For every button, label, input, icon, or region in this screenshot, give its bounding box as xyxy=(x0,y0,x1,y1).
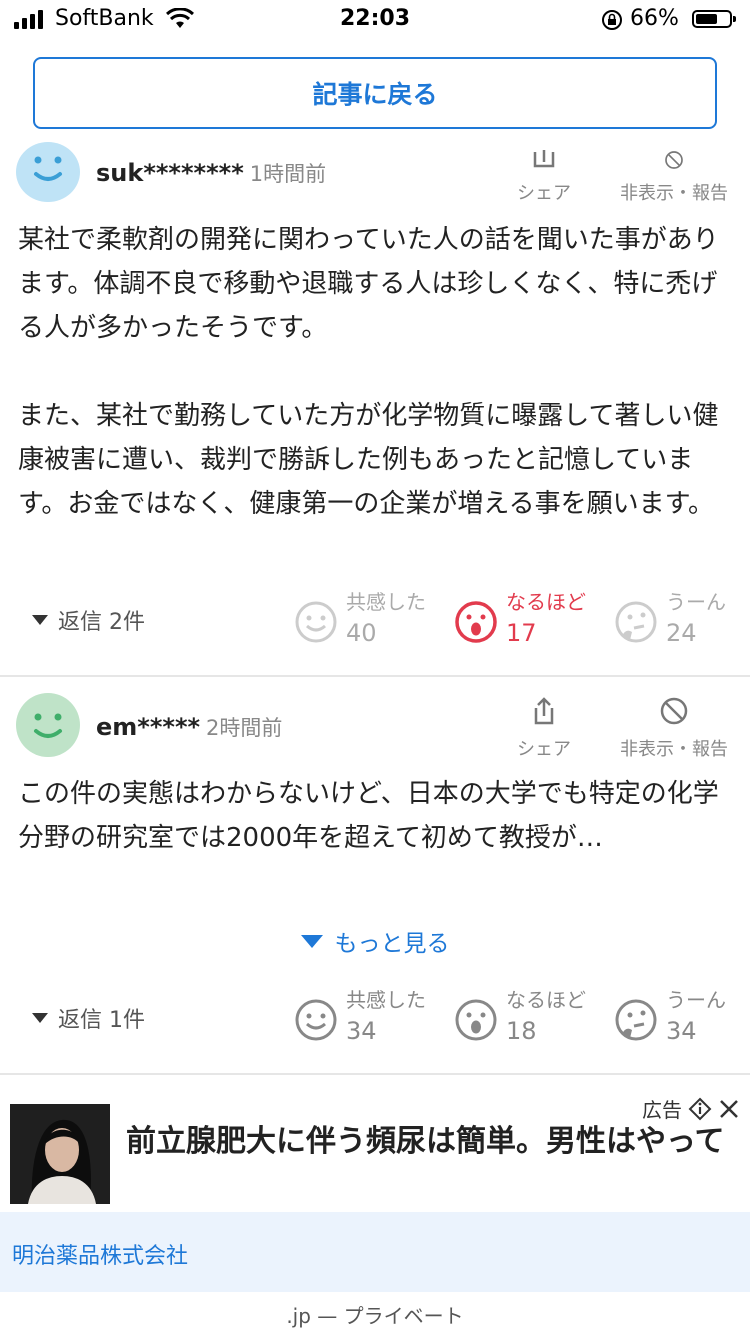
share-label: シェア xyxy=(517,739,571,760)
reaction-label: うーん xyxy=(666,988,726,1012)
comment-body: 某社で柔軟剤の開発に関わっていた人の話を聞いた事があります。体調不良で移動や退職… xyxy=(18,225,719,519)
replies-toggle[interactable]: 返信 2件 xyxy=(32,604,145,636)
share-button[interactable]: シェア xyxy=(512,696,576,761)
share-button[interactable]: シェア xyxy=(512,150,576,205)
battery-level xyxy=(696,14,718,24)
replies-count: 返信 2件 xyxy=(58,610,145,635)
reaction-label: なるほど xyxy=(506,988,586,1012)
ad-label-text: 広告 xyxy=(642,1098,682,1122)
username[interactable]: em***** 2時間前 xyxy=(96,712,282,742)
battery-percent: 66% xyxy=(630,6,679,31)
rotation-lock-icon xyxy=(602,10,622,30)
username[interactable]: suk******** 1時間前 xyxy=(96,158,326,188)
reaction-empathy-button[interactable]: 共感した 34 xyxy=(294,986,426,1048)
reaction-naruhodo-button[interactable]: なるほど 18 xyxy=(454,986,586,1048)
ad-banner[interactable]: 広告 前立腺肥大に伴う頻尿は簡単。男性はやって 明治薬品株式会社 xyxy=(0,1092,750,1292)
thinking-icon xyxy=(615,601,657,643)
smile-icon xyxy=(295,999,337,1041)
replies-toggle[interactable]: 返信 1件 xyxy=(32,1002,145,1034)
comment-body: この件の実態はわからないけど、日本の大学でも特定の化学分野の研究室では2000年… xyxy=(18,779,719,853)
show-more-label: もっと見る xyxy=(334,931,450,957)
reaction-naruhodo-button[interactable]: なるほど 17 xyxy=(454,588,586,650)
reaction-count: 40 xyxy=(346,619,377,647)
ad-headline[interactable]: 前立腺肥大に伴う頻尿は簡単。男性はやって xyxy=(126,1120,726,1164)
smile-icon xyxy=(295,601,337,643)
thinking-icon xyxy=(615,999,657,1041)
reaction-count: 34 xyxy=(666,1017,697,1045)
hide-report-button[interactable]: 非表示・報告 xyxy=(612,696,736,761)
surprised-icon xyxy=(455,999,497,1041)
replies-count: 返信 1件 xyxy=(58,1008,145,1033)
share-icon xyxy=(533,150,555,168)
reaction-label: 共感した xyxy=(346,988,426,1012)
reaction-hmm-button[interactable]: うーん 34 xyxy=(614,986,726,1048)
ad-info-icon[interactable] xyxy=(688,1097,712,1121)
reaction-count: 34 xyxy=(346,1017,377,1045)
reaction-label: うーん xyxy=(666,590,726,614)
reaction-count: 17 xyxy=(506,619,537,647)
reaction-count: 18 xyxy=(506,1017,537,1045)
hide-report-button[interactable]: 非表示・報告 xyxy=(612,150,736,205)
caret-down-icon xyxy=(32,1013,48,1023)
username-text: em***** xyxy=(96,713,201,741)
share-icon xyxy=(534,697,554,725)
block-icon xyxy=(665,151,683,169)
footer-text: .jp — プライベート xyxy=(286,1304,464,1328)
reaction-empathy-button[interactable]: 共感した 40 xyxy=(294,588,426,650)
battery-icon xyxy=(692,10,736,28)
reaction-hmm-button[interactable]: うーん 24 xyxy=(614,588,726,650)
block-icon xyxy=(660,697,688,725)
comment-time: 1時間前 xyxy=(249,162,327,186)
divider xyxy=(0,1073,750,1075)
divider xyxy=(0,675,750,677)
avatar[interactable] xyxy=(16,142,80,202)
reaction-count: 24 xyxy=(666,619,697,647)
username-text: suk******** xyxy=(96,159,244,187)
status-bar: SoftBank 22:03 66% xyxy=(0,0,750,40)
back-to-article-label: 記事に戻る xyxy=(312,80,438,109)
avatar[interactable] xyxy=(16,693,80,757)
surprised-icon xyxy=(455,601,497,643)
caret-down-icon xyxy=(32,615,48,625)
ad-sponsor: 明治薬品株式会社 xyxy=(12,1244,189,1269)
comment-time: 2時間前 xyxy=(206,716,283,740)
caret-down-icon xyxy=(300,934,323,948)
reaction-label: なるほど xyxy=(506,590,586,614)
hide-report-label: 非表示・報告 xyxy=(620,739,728,760)
hide-report-label: 非表示・報告 xyxy=(620,183,728,204)
reaction-label: 共感した xyxy=(346,590,426,614)
ad-sponsor-bar[interactable]: 明治薬品株式会社 xyxy=(0,1212,750,1292)
close-icon[interactable] xyxy=(718,1098,740,1120)
ad-image[interactable] xyxy=(10,1104,110,1204)
back-to-article-button[interactable]: 記事に戻る xyxy=(33,57,717,129)
show-more-link[interactable]: もっと見る xyxy=(0,924,750,958)
ad-label: 広告 xyxy=(642,1094,740,1123)
share-label: シェア xyxy=(517,183,571,204)
